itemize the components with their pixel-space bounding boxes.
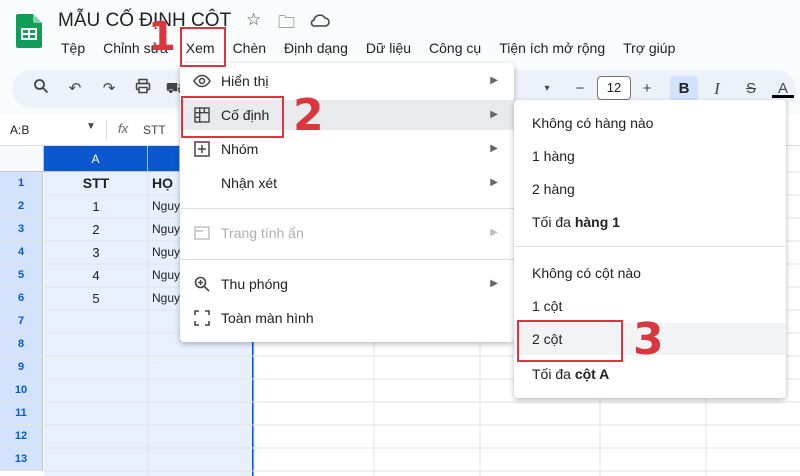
row-header[interactable]: 5 xyxy=(0,264,43,287)
name-box-caret-icon[interactable]: ▼ xyxy=(86,121,96,132)
annotation-box-freeze xyxy=(181,96,284,138)
row-header[interactable]: 10 xyxy=(0,379,43,402)
submenu-arrow-icon: ▶ xyxy=(490,75,498,86)
cell-name[interactable]: Nguy xyxy=(152,218,182,241)
row-header[interactable]: 11 xyxy=(0,402,43,425)
menu-format[interactable]: Định dạng xyxy=(275,38,357,58)
submenu-arrow-icon: ▶ xyxy=(490,143,498,154)
menu-item-label: Trang tính ẩn xyxy=(221,225,304,241)
group-icon xyxy=(193,140,211,158)
annotation-box-two-columns xyxy=(517,320,623,362)
formula-input[interactable]: STT xyxy=(143,123,166,137)
row-header[interactable]: 6 xyxy=(0,287,43,310)
menu-tools[interactable]: Công cụ xyxy=(420,38,490,58)
increase-font-size-icon[interactable]: + xyxy=(636,78,658,100)
menu-item-comments[interactable]: Nhận xét ▶ xyxy=(180,168,514,198)
name-box[interactable]: A:B xyxy=(10,123,29,137)
menu-help[interactable]: Trợ giúp xyxy=(614,38,684,58)
annotation-box-view-menu xyxy=(180,27,226,67)
submenu-arrow-icon: ▶ xyxy=(490,278,498,289)
cell-name[interactable]: Nguy xyxy=(152,264,182,287)
annotation-step-3: 3 xyxy=(633,314,664,365)
menu-separator xyxy=(180,208,514,209)
menu-item-label: Nhận xét xyxy=(221,175,278,191)
freeze-up-to-current-row[interactable]: Tối đa hàng 1 xyxy=(514,206,786,238)
cell-name[interactable]: Nguy xyxy=(152,195,182,218)
row-header[interactable]: 2 xyxy=(0,195,43,218)
cell-stt[interactable]: 5 xyxy=(44,287,148,310)
cell-b1-header[interactable]: HỌ xyxy=(152,172,182,195)
menu-separator xyxy=(180,259,514,260)
font-dropdown-caret-icon[interactable]: ▾ xyxy=(536,78,558,100)
menu-item-zoom[interactable]: Thu phóng ▶ xyxy=(180,269,514,299)
print-icon[interactable] xyxy=(132,78,154,100)
menu-item-label: Tối đa xyxy=(532,214,575,230)
cell-a1-header[interactable]: STT xyxy=(44,172,148,195)
eye-icon xyxy=(193,72,211,90)
row-header[interactable]: 8 xyxy=(0,333,43,356)
freeze-1-row[interactable]: 1 hàng xyxy=(514,140,786,172)
cell-name[interactable]: Nguy xyxy=(152,287,182,310)
submenu-arrow-icon: ▶ xyxy=(490,227,498,238)
menu-item-show[interactable]: Hiển thị ▶ xyxy=(180,66,514,96)
menu-item-hidden-sheets: Trang tính ẩn ▶ xyxy=(180,218,514,248)
move-folder-icon[interactable]: 🗀 xyxy=(278,10,295,39)
decrease-font-size-icon[interactable]: − xyxy=(569,78,591,100)
menu-bar: Tệp Chỉnh sửa Xem Chèn Định dạng Dữ liệu… xyxy=(52,38,684,58)
freeze-no-columns[interactable]: Không có cột nào xyxy=(514,257,786,289)
row-header[interactable]: 7 xyxy=(0,310,43,333)
menu-item-label: Thu phóng xyxy=(221,276,288,292)
submenu-arrow-icon: ▶ xyxy=(490,109,498,120)
menu-item-label-bold: hàng 1 xyxy=(574,214,620,230)
menu-item-label: Nhóm xyxy=(221,141,259,157)
menu-item-label: Tối đa xyxy=(532,366,575,382)
annotation-step-1: 1 xyxy=(148,14,176,60)
redo-icon[interactable]: ↷ xyxy=(98,78,120,100)
menu-item-fullscreen[interactable]: Toàn màn hình xyxy=(180,303,514,333)
search-menus-icon[interactable] xyxy=(30,78,52,100)
row-header[interactable]: 1 xyxy=(0,172,43,195)
zoom-icon xyxy=(193,275,211,293)
row-header[interactable]: 4 xyxy=(0,241,43,264)
menu-item-label-bold: cột A xyxy=(574,366,610,382)
star-icon[interactable]: ☆ xyxy=(246,10,261,30)
hidden-sheet-icon xyxy=(193,224,211,242)
fx-icon: fx xyxy=(118,121,129,136)
freeze-no-rows[interactable]: Không có hàng nào xyxy=(514,107,786,139)
menu-item-label: Toàn màn hình xyxy=(221,310,314,326)
menu-separator xyxy=(514,246,786,247)
font-size-input[interactable]: 12 xyxy=(597,76,631,100)
cloud-status-icon[interactable] xyxy=(310,12,330,28)
strikethrough-button[interactable]: S xyxy=(740,78,762,100)
italic-button[interactable]: I xyxy=(706,78,728,100)
menu-extensions[interactable]: Tiện ích mở rộng xyxy=(490,38,614,58)
menu-item-label: Hiển thị xyxy=(221,73,269,89)
row-header[interactable]: 12 xyxy=(0,425,43,448)
cell-stt[interactable]: 2 xyxy=(44,218,148,241)
menu-file[interactable]: Tệp xyxy=(52,38,94,58)
menu-insert[interactable]: Chèn xyxy=(224,38,275,58)
row-header[interactable]: 9 xyxy=(0,356,43,379)
cell-stt[interactable]: 4 xyxy=(44,264,148,287)
formula-divider xyxy=(106,120,107,140)
row-header[interactable]: 13 xyxy=(0,448,43,471)
cell-stt[interactable]: 3 xyxy=(44,241,148,264)
submenu-arrow-icon: ▶ xyxy=(490,177,498,188)
text-color-button[interactable]: A xyxy=(772,78,794,98)
undo-icon[interactable]: ↶ xyxy=(64,78,86,100)
sheets-logo-icon[interactable] xyxy=(16,14,42,48)
bold-button[interactable]: B xyxy=(670,76,698,102)
column-header-b[interactable] xyxy=(148,146,180,172)
annotation-step-2: 2 xyxy=(293,90,324,141)
fullscreen-icon xyxy=(193,309,211,327)
select-all-corner[interactable] xyxy=(0,146,44,172)
cell-stt[interactable]: 1 xyxy=(44,195,148,218)
freeze-2-rows[interactable]: 2 hàng xyxy=(514,173,786,205)
cell-name[interactable]: Nguy xyxy=(152,241,182,264)
menu-item-group[interactable]: Nhóm ▶ xyxy=(180,134,514,164)
column-header-a[interactable]: A xyxy=(44,146,148,172)
row-header[interactable]: 3 xyxy=(0,218,43,241)
menu-data[interactable]: Dữ liệu xyxy=(357,38,420,58)
